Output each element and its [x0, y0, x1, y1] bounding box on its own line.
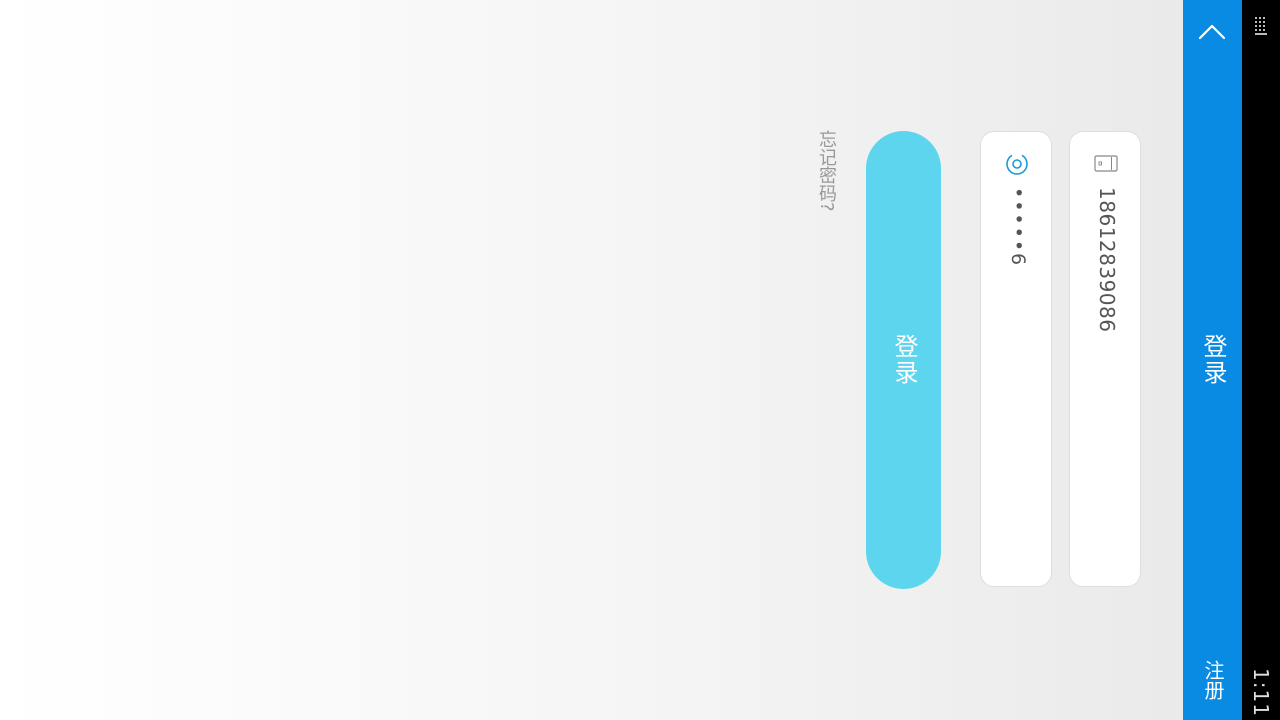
- password-field[interactable]: •••••6: [980, 131, 1052, 587]
- phone-field[interactable]: 18612839086: [1069, 131, 1141, 587]
- phone-value: 18612839086: [1095, 187, 1119, 333]
- app-title: 登录: [1199, 334, 1227, 386]
- status-time: 1:11: [1249, 668, 1273, 717]
- password-value: •••••6: [1007, 187, 1029, 268]
- status-bar: 1:11: [1242, 0, 1280, 720]
- login-button[interactable]: 登录: [866, 131, 941, 589]
- keyboard-icon: [1255, 17, 1267, 35]
- chevron-up-icon[interactable]: [1192, 12, 1232, 52]
- login-screen: 1:11 登录 注册 18612839086 •••••6 登录 忘记密码?: [0, 0, 1280, 720]
- at-icon: [1006, 153, 1028, 175]
- app-bar: 登录 注册: [1183, 0, 1242, 720]
- forgot-password-link[interactable]: 忘记密码?: [806, 130, 846, 230]
- phone-icon: [1094, 155, 1118, 172]
- register-button[interactable]: 注册: [1183, 652, 1242, 708]
